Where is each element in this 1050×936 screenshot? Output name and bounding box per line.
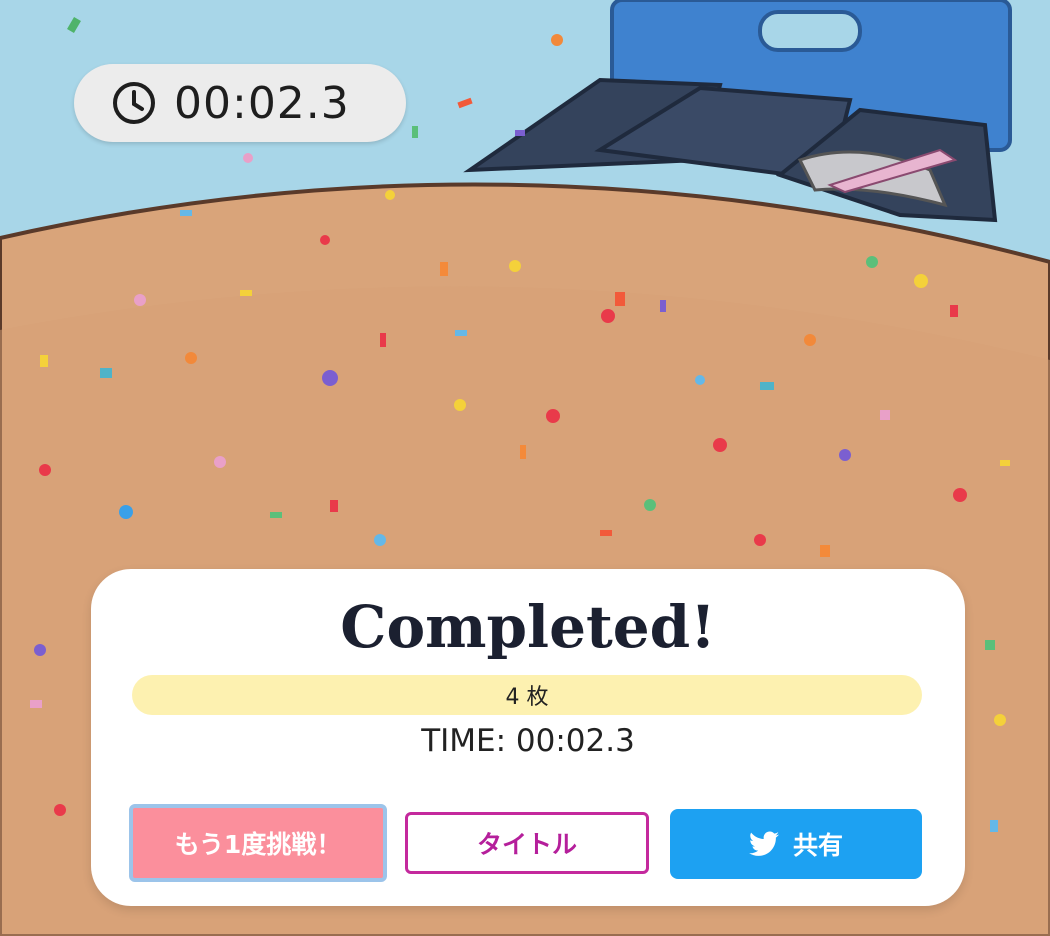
retry-button[interactable]: もう1度挑戦！	[129, 804, 387, 882]
result-title: Completed!	[340, 593, 716, 661]
clock-icon	[113, 82, 155, 124]
share-button-label: 共有	[792, 831, 843, 860]
card-count-bar: 4 枚	[132, 675, 922, 715]
timer-display: 00:02.3	[74, 64, 406, 142]
retry-button-label: もう1度挑戦！	[174, 830, 342, 859]
card-count: 4 枚	[505, 685, 549, 710]
twitter-bird-icon	[748, 831, 779, 856]
timer-text: 00:02.3	[174, 77, 350, 129]
title-button[interactable]: タイトル	[405, 812, 649, 874]
result-time: TIME: 00:02.3	[421, 723, 635, 759]
result-dialog: Completed! 4 枚 TIME: 00:02.3 もう1度挑戦！ タイト…	[91, 569, 965, 906]
share-button[interactable]: 共有	[670, 809, 922, 879]
title-button-label: タイトル	[476, 830, 577, 859]
